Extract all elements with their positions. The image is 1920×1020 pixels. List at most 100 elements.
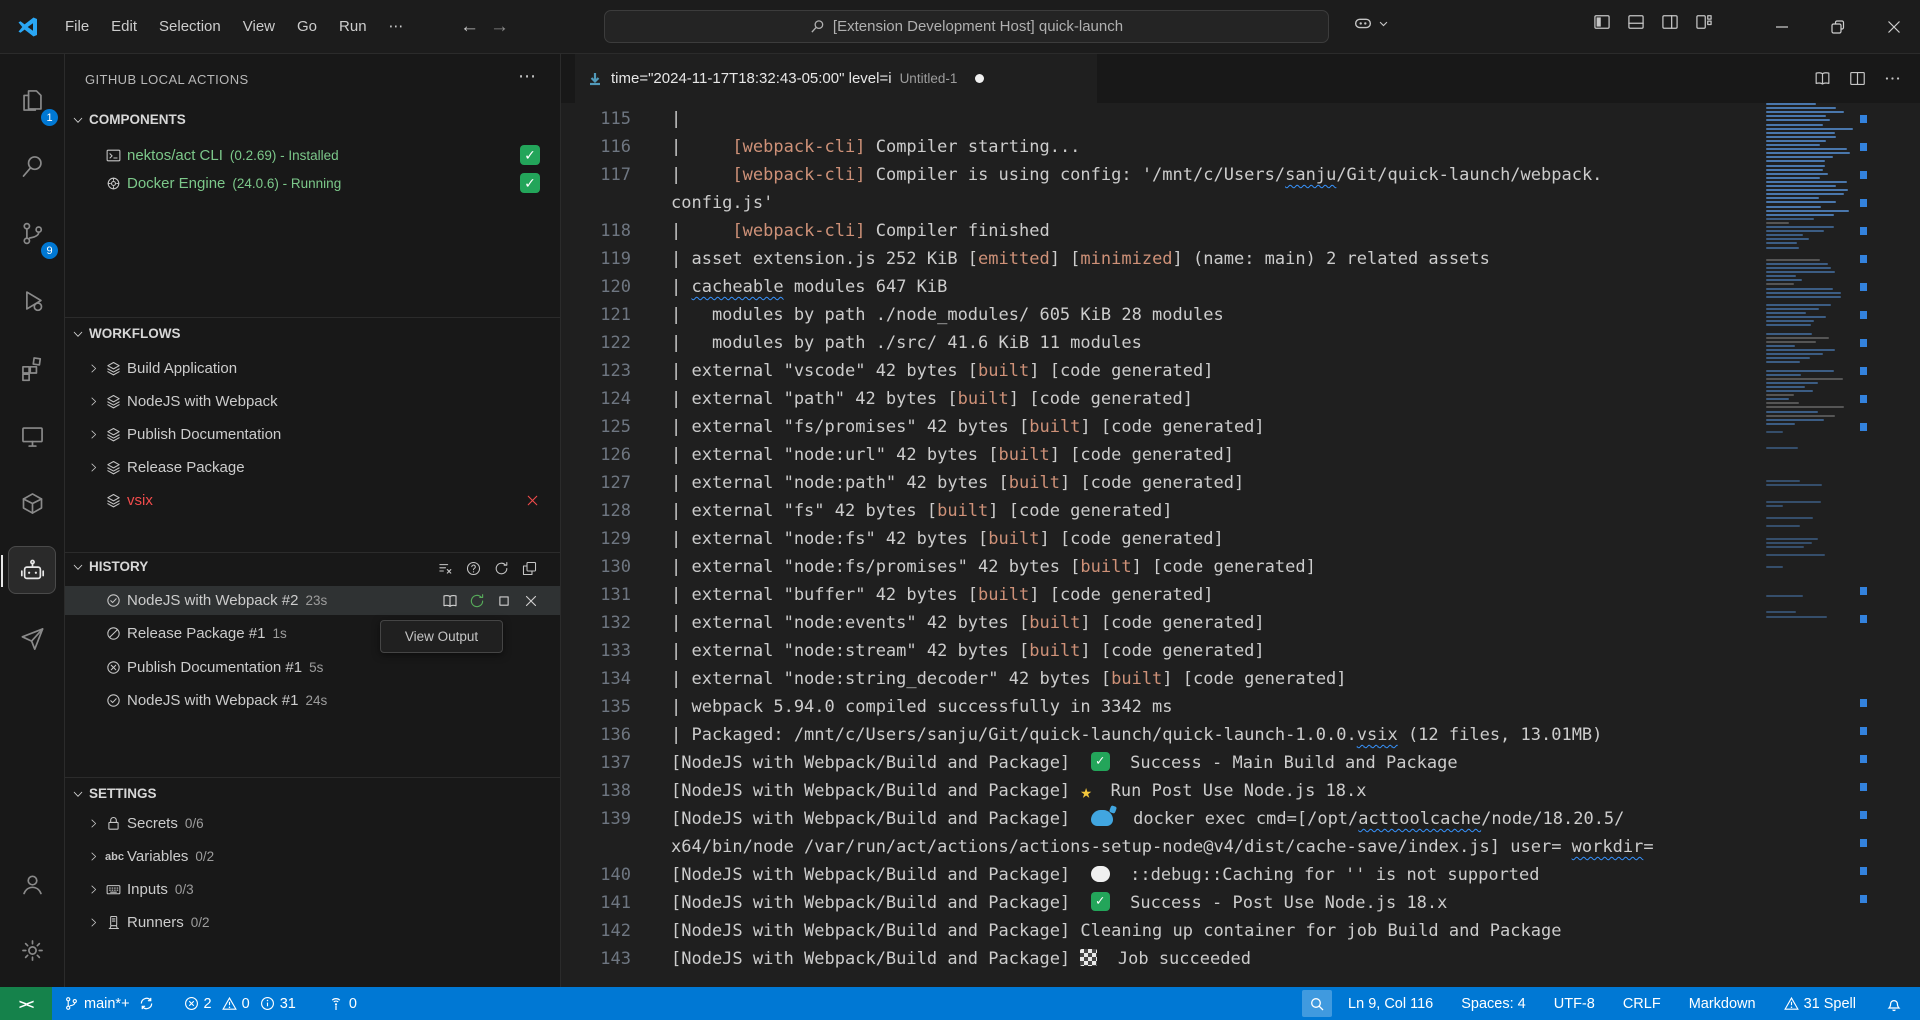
close-icon[interactable] <box>522 592 540 610</box>
activity-item-extensions[interactable] <box>8 344 56 392</box>
code-area[interactable]: 115| 116| [webpack-cli] Compiler startin… <box>561 103 1920 987</box>
tree-item-count: 0/6 <box>185 816 204 831</box>
overview-ruler-mark <box>1860 255 1867 263</box>
problems-item[interactable]: 2 0 31 <box>176 987 304 1020</box>
modified-dot-icon[interactable] <box>975 74 984 83</box>
section-header-components[interactable]: COMPONENTS <box>71 112 186 127</box>
menu-file[interactable]: File <box>54 0 100 54</box>
section-label: WORKFLOWS <box>89 326 180 341</box>
section-header-workflows[interactable]: WORKFLOWS <box>71 326 180 341</box>
activity-item-publish[interactable] <box>8 614 56 662</box>
refresh-icon[interactable] <box>493 560 510 577</box>
publish-icon <box>19 625 46 652</box>
menu-view[interactable]: View <box>232 0 286 54</box>
split-editor-icon[interactable] <box>1848 69 1867 88</box>
ports-item[interactable]: 0 <box>320 987 365 1020</box>
copilot-button[interactable] <box>1352 12 1389 34</box>
minimap-line <box>1766 144 1820 146</box>
chevron-down-icon <box>71 787 85 801</box>
notifications-bell[interactable] <box>1878 987 1910 1020</box>
minimap-line <box>1766 296 1841 298</box>
forward-arrow-icon[interactable]: → <box>485 16 515 38</box>
customize-layout-icon[interactable] <box>1694 12 1714 32</box>
workflow-nodejs-with-webpack[interactable]: NodeJS with Webpack <box>65 387 560 416</box>
tree-item-count: 0/2 <box>195 849 214 864</box>
history-item-0[interactable]: NodeJS with Webpack #223s <box>65 586 560 615</box>
view-output-icon[interactable] <box>441 592 459 610</box>
workflow-publish-documentation[interactable]: Publish Documentation <box>65 420 560 449</box>
sidebar-more-actions[interactable]: ⋯ <box>518 66 536 87</box>
line-text: | external "fs/promises" 42 bytes [built… <box>671 413 1265 441</box>
zoom-status-item[interactable] <box>1302 990 1332 1017</box>
setting-variables[interactable]: abcVariables0/2 <box>65 842 560 871</box>
line-number: 117 <box>561 161 631 189</box>
close-button[interactable] <box>1866 0 1920 54</box>
activity-item-search[interactable] <box>8 142 56 190</box>
workflow-release-package[interactable]: Release Package <box>65 453 560 482</box>
cursor-position[interactable]: Ln 9, Col 116 <box>1340 987 1441 1020</box>
menu-more[interactable]: ⋯ <box>378 0 415 54</box>
setting-inputs[interactable]: Inputs0/3 <box>65 875 560 904</box>
encoding[interactable]: UTF-8 <box>1546 987 1603 1020</box>
rerun-icon[interactable] <box>468 592 486 610</box>
activity-item-run-debug[interactable] <box>8 276 56 324</box>
history-item-3[interactable]: NodeJS with Webpack #124s <box>65 686 560 715</box>
section-header-history[interactable]: HISTORY <box>71 559 148 574</box>
activity-item-github-local-actions[interactable] <box>8 546 56 594</box>
line-number: 138 <box>561 777 631 805</box>
open-preview-icon[interactable] <box>1813 69 1832 88</box>
section-actions <box>437 560 538 577</box>
setting-secrets[interactable]: Secrets0/6 <box>65 809 560 838</box>
restore-button[interactable] <box>1810 0 1866 54</box>
indentation[interactable]: Spaces: 4 <box>1453 987 1534 1020</box>
help-icon[interactable] <box>465 560 482 577</box>
clear-history-icon[interactable] <box>437 560 454 577</box>
minimap[interactable] <box>1763 103 1852 987</box>
section-header-settings[interactable]: SETTINGS <box>71 786 157 801</box>
minimap-line <box>1766 411 1818 413</box>
ports-count: 0 <box>349 996 357 1012</box>
activity-item-remote-explorer[interactable] <box>8 412 56 460</box>
stop-icon[interactable] <box>495 592 513 610</box>
activity-item-source-control[interactable]: 9 <box>8 209 56 257</box>
activity-item-settings-gear[interactable] <box>8 926 56 974</box>
workflow-vsix[interactable]: vsix <box>65 486 560 515</box>
minimap-line <box>1766 111 1844 113</box>
component-0[interactable]: nektos/act CLI(0.2.69) - Installed <box>65 141 560 170</box>
activity-item-explorer[interactable]: 1 <box>8 76 56 124</box>
toggle-panel-icon[interactable] <box>1626 12 1646 32</box>
more-actions-icon[interactable] <box>1883 69 1902 88</box>
component-1[interactable]: Docker Engine(24.0.6) - Running <box>65 169 560 198</box>
menu-run[interactable]: Run <box>328 0 378 54</box>
eol-sequence[interactable]: CRLF <box>1615 987 1669 1020</box>
search-icon <box>19 153 46 180</box>
tab-untitled-1[interactable]: time="2024-11-17T18:32:43-05:00" level=i… <box>575 54 1097 103</box>
history-item-2[interactable]: Publish Documentation #15s <box>65 653 560 682</box>
minimap-line <box>1766 394 1794 396</box>
workflow-build-application[interactable]: Build Application <box>65 354 560 383</box>
activity-item-containers[interactable] <box>8 479 56 527</box>
setting-runners[interactable]: Runners0/2 <box>65 908 560 937</box>
code-line: 138[NodeJS with Webpack/Build and Packag… <box>561 777 1920 805</box>
remote-indicator[interactable]: >< <box>0 987 52 1020</box>
menu-go[interactable]: Go <box>286 0 328 54</box>
activity-item-accounts[interactable] <box>8 860 56 908</box>
menu-selection[interactable]: Selection <box>148 0 232 54</box>
back-arrow-icon[interactable]: ← <box>455 16 485 38</box>
command-center-search[interactable]: [Extension Development Host] quick-launc… <box>604 10 1329 43</box>
spell-checker-item[interactable]: 31 Spell <box>1776 987 1864 1020</box>
workflow-error-icon[interactable] <box>524 492 541 509</box>
section-label: SETTINGS <box>89 786 157 801</box>
language-mode[interactable]: Markdown <box>1681 987 1764 1020</box>
menu-edit[interactable]: Edit <box>100 0 148 54</box>
toggle-secondary-sidebar-icon[interactable] <box>1660 12 1680 32</box>
toggle-sidebar-icon[interactable] <box>1592 12 1612 32</box>
branch-item[interactable]: main*+ <box>56 987 162 1020</box>
minimap-line <box>1766 611 1796 613</box>
copy-icon[interactable] <box>521 560 538 577</box>
minimap-line <box>1766 115 1826 117</box>
tree-item-label: vsix <box>127 492 153 509</box>
tree-item-label: Variables <box>127 848 188 865</box>
line-number: 128 <box>561 497 631 525</box>
minimize-button[interactable] <box>1754 0 1810 54</box>
